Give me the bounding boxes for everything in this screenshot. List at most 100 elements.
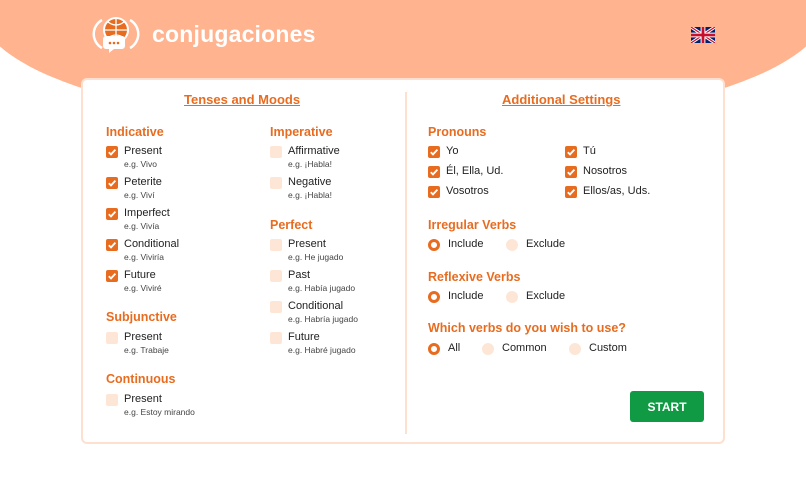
checkbox-checked-icon[interactable] xyxy=(428,146,440,158)
indicative-title: Indicative xyxy=(106,125,164,139)
option-label: Past xyxy=(288,269,311,281)
radio-label: Include xyxy=(448,290,484,302)
radio-selected-icon[interactable] xyxy=(428,291,440,303)
irregular-exclude-radio[interactable]: Exclude xyxy=(506,238,565,251)
perfect-option[interactable]: Past e.g. Había jugado xyxy=(270,269,355,294)
radio-label: Exclude xyxy=(526,238,566,250)
imperative-option[interactable]: Negative e.g. ¡Habla! xyxy=(270,176,332,201)
option-label: Present xyxy=(288,238,326,250)
logo-icon[interactable] xyxy=(92,14,140,54)
option-example: e.g. ¡Habla! xyxy=(288,159,332,169)
option-label: Future xyxy=(124,269,156,281)
option-text: Present e.g. Trabaje xyxy=(124,331,169,356)
pronoun-label: Yo xyxy=(446,145,459,157)
indicative-option[interactable]: Present e.g. Vivo xyxy=(106,145,162,170)
pronoun-option[interactable]: Vosotros xyxy=(428,185,489,198)
perfect-option[interactable]: Present e.g. He jugado xyxy=(270,238,343,263)
checkbox-checked-icon[interactable] xyxy=(106,270,118,282)
subjunctive-option[interactable]: Present e.g. Trabaje xyxy=(106,331,169,356)
tenses-title: Tenses and Moods xyxy=(184,92,301,107)
indicative-option[interactable]: Conditional e.g. Viviría xyxy=(106,238,179,263)
checkbox-checked-icon[interactable] xyxy=(106,177,118,189)
checkbox-checked-icon[interactable] xyxy=(106,239,118,251)
settings-card: Tenses and Moods Additional Settings Ind… xyxy=(81,78,725,444)
reflexive-exclude-radio[interactable]: Exclude xyxy=(506,290,565,303)
checkbox-checked-icon[interactable] xyxy=(565,166,577,178)
perfect-title: Perfect xyxy=(270,218,313,232)
imperative-title: Imperative xyxy=(270,125,333,139)
uk-flag-icon[interactable] xyxy=(691,27,715,43)
option-label: Peterite xyxy=(124,176,162,188)
radio-unselected-icon[interactable] xyxy=(506,291,518,303)
checkbox-unchecked-icon[interactable] xyxy=(270,146,282,158)
verbs-common-radio[interactable]: Common xyxy=(482,342,547,355)
option-example: e.g. Trabaje xyxy=(124,345,169,355)
pronoun-option[interactable]: Nosotros xyxy=(565,165,627,178)
option-label: Present xyxy=(124,331,162,343)
pronoun-label: Ellos/as, Uds. xyxy=(583,185,651,197)
reflexive-verbs-title: Reflexive Verbs xyxy=(428,270,521,284)
checkbox-unchecked-icon[interactable] xyxy=(270,301,282,313)
checkbox-checked-icon[interactable] xyxy=(428,186,440,198)
option-text: Affirmative e.g. ¡Habla! xyxy=(288,145,340,170)
checkbox-unchecked-icon[interactable] xyxy=(270,177,282,189)
radio-selected-icon[interactable] xyxy=(428,343,440,355)
radio-label: All xyxy=(448,342,461,354)
pronouns-title: Pronouns xyxy=(428,125,487,139)
option-text: Present e.g. Vivo xyxy=(124,145,162,170)
pronoun-label: Vosotros xyxy=(446,185,489,197)
radio-unselected-icon[interactable] xyxy=(569,343,581,355)
perfect-option[interactable]: Future e.g. Habré jugado xyxy=(270,331,356,356)
option-label: Negative xyxy=(288,176,332,188)
verbs-all-radio[interactable]: All xyxy=(428,342,460,355)
indicative-option[interactable]: Future e.g. Viviré xyxy=(106,269,162,294)
radio-unselected-icon[interactable] xyxy=(506,239,518,251)
indicative-option[interactable]: Imperfect e.g. Vivía xyxy=(106,207,170,232)
perfect-option[interactable]: Conditional e.g. Habría jugado xyxy=(270,300,358,325)
option-example: e.g. Viviré xyxy=(124,283,162,293)
option-label: Conditional xyxy=(124,238,180,250)
checkbox-unchecked-icon[interactable] xyxy=(106,394,118,406)
checkbox-checked-icon[interactable] xyxy=(106,146,118,158)
continuous-option[interactable]: Present e.g. Estoy mirando xyxy=(106,393,195,418)
checkbox-unchecked-icon[interactable] xyxy=(270,239,282,251)
radio-unselected-icon[interactable] xyxy=(482,343,494,355)
pronoun-option[interactable]: Él, Ella, Ud. xyxy=(428,165,503,178)
option-example: e.g. Había jugado xyxy=(288,283,356,293)
checkbox-unchecked-icon[interactable] xyxy=(270,332,282,344)
option-label: Present xyxy=(124,145,162,157)
option-text: Past e.g. Había jugado xyxy=(288,269,355,294)
irregular-include-radio[interactable]: Include xyxy=(428,238,483,251)
radio-label: Include xyxy=(448,238,484,250)
indicative-option[interactable]: Peterite e.g. Viví xyxy=(106,176,162,201)
pronoun-label: Tú xyxy=(583,145,596,157)
pronoun-option[interactable]: Yo xyxy=(428,145,458,158)
checkbox-unchecked-icon[interactable] xyxy=(106,332,118,344)
reflexive-include-radio[interactable]: Include xyxy=(428,290,483,303)
continuous-title: Continuous xyxy=(106,372,176,386)
option-label: Conditional xyxy=(288,300,344,312)
subjunctive-title: Subjunctive xyxy=(106,310,177,324)
checkbox-checked-icon[interactable] xyxy=(565,186,577,198)
column-divider xyxy=(405,92,407,434)
radio-label: Exclude xyxy=(526,290,566,302)
imperative-option[interactable]: Affirmative e.g. ¡Habla! xyxy=(270,145,340,170)
app-header: conjugaciones xyxy=(92,14,316,54)
option-label: Affirmative xyxy=(288,145,340,157)
pronoun-label: Nosotros xyxy=(583,165,628,177)
brand-name: conjugaciones xyxy=(152,20,316,47)
checkbox-checked-icon[interactable] xyxy=(565,146,577,158)
option-example: e.g. Viviría xyxy=(124,252,165,262)
verbs-custom-radio[interactable]: Custom xyxy=(569,342,627,355)
option-example: e.g. Habré jugado xyxy=(288,345,356,355)
checkbox-checked-icon[interactable] xyxy=(106,208,118,220)
pronoun-option[interactable]: Tú xyxy=(565,145,596,158)
start-button[interactable]: START xyxy=(630,391,704,422)
checkbox-unchecked-icon[interactable] xyxy=(270,270,282,282)
radio-selected-icon[interactable] xyxy=(428,239,440,251)
additional-settings-title: Additional Settings xyxy=(502,92,621,107)
radio-label: Common xyxy=(502,342,547,354)
pronoun-option[interactable]: Ellos/as, Uds. xyxy=(565,185,650,198)
option-text: Conditional e.g. Habría jugado xyxy=(288,300,358,325)
checkbox-checked-icon[interactable] xyxy=(428,166,440,178)
